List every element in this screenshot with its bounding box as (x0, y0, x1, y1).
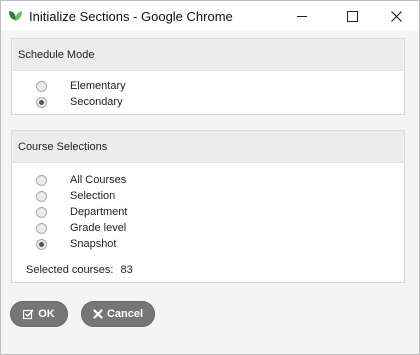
radio-label: Snapshot (70, 238, 117, 250)
radio-label: Elementary (70, 80, 126, 92)
radio-button[interactable] (36, 206, 47, 218)
selected-courses-summary: Selected courses: 83 (26, 264, 133, 276)
selected-courses-count: 83 (120, 264, 133, 276)
checkbox-edit-icon (23, 309, 34, 320)
radio-elementary[interactable]: Elementary (36, 79, 126, 93)
selected-courses-label: Selected courses: (26, 264, 114, 276)
ok-button[interactable]: OK (10, 301, 68, 327)
radio-label: Selection (70, 190, 116, 202)
minimize-icon (297, 15, 307, 17)
radio-button[interactable] (36, 174, 47, 186)
close-button[interactable] (373, 1, 419, 31)
radio-department[interactable]: Department (36, 205, 127, 219)
radio-label: All Courses (70, 174, 127, 186)
title-bar[interactable]: Initialize Sections - Google Chrome (1, 1, 419, 31)
x-icon (93, 309, 103, 319)
radio-button-selected[interactable] (36, 96, 47, 108)
radio-all-courses[interactable]: All Courses (36, 173, 126, 187)
radio-snapshot[interactable]: Snapshot (36, 237, 116, 251)
app-leaf-icon (7, 8, 23, 24)
cancel-label: Cancel (106, 308, 144, 320)
schedule-mode-heading: Schedule Mode (12, 39, 404, 71)
radio-button[interactable] (36, 222, 47, 234)
dialog-window: Initialize Sections - Google Chrome Sche… (0, 0, 420, 355)
radio-grade-level[interactable]: Grade level (36, 221, 126, 235)
maximize-icon (346, 10, 358, 22)
radio-secondary[interactable]: Secondary (36, 95, 123, 109)
radio-label: Secondary (70, 96, 123, 108)
cancel-button[interactable]: Cancel (81, 301, 155, 327)
radio-label: Grade level (70, 222, 127, 234)
course-selections-panel: Course Selections All Courses Selection … (11, 130, 405, 283)
minimize-button[interactable] (279, 1, 325, 31)
maximize-button[interactable] (329, 1, 375, 31)
close-icon (390, 10, 402, 22)
course-selections-heading: Course Selections (12, 131, 404, 163)
radio-selection[interactable]: Selection (36, 189, 115, 203)
radio-label: Department (70, 206, 128, 218)
radio-button[interactable] (36, 190, 47, 202)
radio-button[interactable] (36, 80, 47, 92)
radio-button-selected[interactable] (36, 238, 47, 250)
window-title: Initialize Sections - Google Chrome (29, 9, 233, 24)
schedule-mode-panel: Schedule Mode Elementary Secondary (11, 38, 405, 115)
ok-label: OK (38, 308, 55, 320)
